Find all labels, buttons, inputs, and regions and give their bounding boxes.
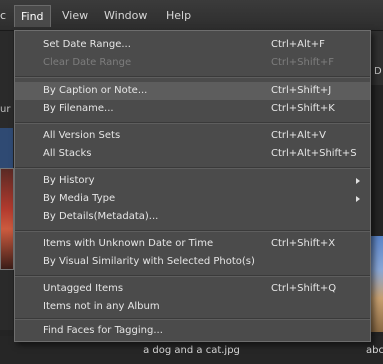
menu-item-shortcut: Ctrl+Shift+F xyxy=(271,57,335,68)
menu-view[interactable]: View xyxy=(62,9,88,22)
menu-item-all-version-sets[interactable]: All Version Sets Ctrl+Alt+V xyxy=(15,127,370,145)
menu-item-unknown-date[interactable]: Items with Unknown Date or Time Ctrl+Shi… xyxy=(15,235,370,253)
menu-item-set-date-range[interactable]: Set Date Range... Ctrl+Alt+F xyxy=(15,36,370,54)
menu-item-all-stacks[interactable]: All Stacks Ctrl+Alt+Shift+S xyxy=(15,145,370,163)
menu-item-label: Items with Unknown Date or Time xyxy=(43,238,214,249)
menu-item-clear-date-range[interactable]: Clear Date Range Ctrl+Shift+F xyxy=(15,54,370,72)
menu-item-visual-similarity[interactable]: By Visual Similarity with Selected Photo… xyxy=(15,253,370,271)
submenu-arrow-icon xyxy=(356,196,360,202)
menu-item-by-history[interactable]: By History xyxy=(15,172,370,190)
menu-separator xyxy=(15,122,370,124)
menu-item-shortcut: Ctrl+Shift+K xyxy=(271,103,335,114)
menu-item-label: By Filename... xyxy=(43,103,114,114)
menu-item-by-media-type[interactable]: By Media Type xyxy=(15,190,370,208)
menu-item-by-filename[interactable]: By Filename... Ctrl+Shift+K xyxy=(15,100,370,118)
menu-help[interactable]: Help xyxy=(166,9,191,22)
menu-item-label: All Stacks xyxy=(43,148,92,159)
menu-edit[interactable]: c xyxy=(0,9,6,22)
menu-item-shortcut: Ctrl+Shift+X xyxy=(271,238,336,249)
menu-item-label: By Caption or Note... xyxy=(43,85,148,96)
menu-bar: c Find View Window Help xyxy=(0,0,383,31)
left-panel-text: ur xyxy=(0,104,11,115)
menu-item-shortcut: Ctrl+Alt+V xyxy=(271,130,326,141)
menu-find[interactable]: Find xyxy=(14,5,51,27)
menu-separator xyxy=(15,275,370,277)
menu-item-untagged[interactable]: Untagged Items Ctrl+Shift+Q xyxy=(15,280,370,298)
menu-item-by-details[interactable]: By Details(Metadata)... xyxy=(15,208,370,226)
menu-item-label: Untagged Items xyxy=(43,283,124,294)
menu-item-shortcut: Ctrl+Alt+Shift+S xyxy=(271,148,357,159)
menu-item-shortcut: Ctrl+Shift+Q xyxy=(271,283,337,294)
menu-item-label: Find Faces for Tagging... xyxy=(43,325,163,336)
menu-item-shortcut: Ctrl+Shift+J xyxy=(271,85,332,96)
menu-window[interactable]: Window xyxy=(104,9,147,22)
find-menu: Set Date Range... Ctrl+Alt+F Clear Date … xyxy=(14,30,371,342)
app-window: ur D a dog and a cat.jpg abc c Find View… xyxy=(0,0,383,364)
submenu-arrow-icon xyxy=(356,178,360,184)
menu-item-label: By Media Type xyxy=(43,193,116,204)
menu-item-label: By Visual Similarity with Selected Photo… xyxy=(43,256,255,267)
menu-item-label: Clear Date Range xyxy=(43,57,132,68)
menu-item-shortcut: Ctrl+Alt+F xyxy=(271,39,325,50)
thumbnail-left[interactable] xyxy=(0,168,14,270)
thumbnail-caption: a dog and a cat.jpg xyxy=(143,345,240,356)
right-panel-letter: D xyxy=(374,66,382,77)
menu-item-label: Items not in any Album xyxy=(43,301,160,312)
menu-item-label: By Details(Metadata)... xyxy=(43,211,159,222)
menu-item-by-caption[interactable]: By Caption or Note... Ctrl+Shift+J xyxy=(15,82,370,100)
menu-item-find-faces[interactable]: Find Faces for Tagging... xyxy=(15,322,370,340)
menu-separator xyxy=(15,76,370,78)
menu-separator xyxy=(15,318,370,320)
menu-item-not-in-album[interactable]: Items not in any Album xyxy=(15,298,370,316)
menu-item-label: By History xyxy=(43,175,95,186)
menu-item-label: Set Date Range... xyxy=(43,39,131,50)
thumbnail-caption-right: abc xyxy=(366,345,383,356)
menu-item-label: All Version Sets xyxy=(43,130,121,141)
menu-separator xyxy=(15,230,370,232)
menu-separator xyxy=(15,167,370,169)
thumbnail-right[interactable] xyxy=(369,236,383,332)
